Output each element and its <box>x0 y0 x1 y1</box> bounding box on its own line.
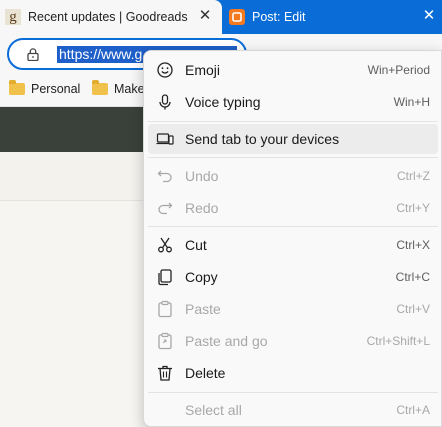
close-tab-icon[interactable]: ✕ <box>198 8 212 23</box>
menu-item-label: Paste and go <box>185 333 268 349</box>
microphone-icon <box>159 94 171 110</box>
menu-item-label: Voice typing <box>185 94 261 110</box>
folder-icon <box>9 80 25 95</box>
menu-item-label: Cut <box>185 237 207 253</box>
menu-item-shortcut: Ctrl+Y <box>396 201 430 215</box>
menu-item-send-tab[interactable]: Send tab to your devices <box>148 124 438 154</box>
menu-item-shortcut: Ctrl+C <box>395 270 430 284</box>
scissors-icon <box>158 237 172 253</box>
menu-item-shortcut: Win+H <box>393 95 430 109</box>
tab-title: Recent updates | Goodreads <box>28 10 188 24</box>
blogger-favicon-icon <box>229 9 245 25</box>
paste-icon <box>158 300 172 318</box>
tab-goodreads[interactable]: g Recent updates | Goodreads ✕ <box>0 0 222 34</box>
menu-separator <box>148 157 438 158</box>
menu-item-paste-and-go[interactable]: Paste and go Ctrl+Shift+L <box>148 326 438 356</box>
redo-icon <box>158 202 173 215</box>
menu-item-select-all[interactable]: Select all Ctrl+A <box>148 395 438 425</box>
menu-item-shortcut: Ctrl+V <box>396 302 430 316</box>
close-tab-icon[interactable]: ✕ <box>422 8 436 23</box>
menu-item-label: Select all <box>185 402 242 418</box>
trash-icon <box>158 365 172 381</box>
bookmark-label: Personal <box>31 82 81 96</box>
menu-item-shortcut: Ctrl+A <box>396 403 430 417</box>
menu-item-delete[interactable]: Delete <box>148 358 438 388</box>
menu-item-label: Emoji <box>185 62 221 78</box>
emoji-icon <box>157 62 173 78</box>
devices-icon <box>156 133 174 145</box>
bookmark-label: Make <box>114 82 145 96</box>
menu-item-voice-typing[interactable]: Voice typing Win+H <box>148 87 438 117</box>
undo-icon <box>157 170 172 183</box>
folder-icon <box>92 80 108 95</box>
paste-go-icon <box>158 332 172 350</box>
menu-item-undo[interactable]: Undo Ctrl+Z <box>148 161 438 191</box>
menu-item-copy[interactable]: Copy Ctrl+C <box>148 262 438 292</box>
menu-item-label: Redo <box>185 200 219 216</box>
copy-icon <box>158 269 172 286</box>
menu-item-label: Undo <box>185 168 219 184</box>
menu-separator <box>148 121 438 122</box>
menu-item-label: Send tab to your devices <box>185 131 340 147</box>
lock-icon <box>27 48 39 61</box>
menu-item-label: Delete <box>185 365 226 381</box>
tab-post-edit[interactable]: Post: Edit ✕ <box>222 0 442 34</box>
tab-title: Post: Edit <box>252 10 306 24</box>
menu-item-shortcut: Win+Period <box>367 63 430 77</box>
menu-item-paste[interactable]: Paste Ctrl+V <box>148 294 438 324</box>
menu-separator <box>148 226 438 227</box>
menu-item-redo[interactable]: Redo Ctrl+Y <box>148 193 438 223</box>
goodreads-favicon-icon: g <box>5 9 21 25</box>
tab-strip: g Recent updates | Goodreads ✕ Post: Edi… <box>0 0 442 34</box>
menu-item-shortcut: Ctrl+Z <box>397 169 430 183</box>
menu-item-emoji[interactable]: Emoji Win+Period <box>148 55 438 85</box>
menu-item-shortcut: Ctrl+X <box>396 238 430 252</box>
menu-item-label: Paste <box>185 301 221 317</box>
menu-item-cut[interactable]: Cut Ctrl+X <box>148 230 438 260</box>
bookmark-folder-make[interactable]: Make <box>92 80 145 96</box>
context-menu: Emoji Win+Period Voice typing Win+H Send… <box>143 50 442 427</box>
bookmark-folder-personal[interactable]: Personal <box>9 80 81 96</box>
menu-item-shortcut: Ctrl+Shift+L <box>366 334 430 348</box>
menu-separator <box>148 392 438 393</box>
menu-item-label: Copy <box>185 269 218 285</box>
